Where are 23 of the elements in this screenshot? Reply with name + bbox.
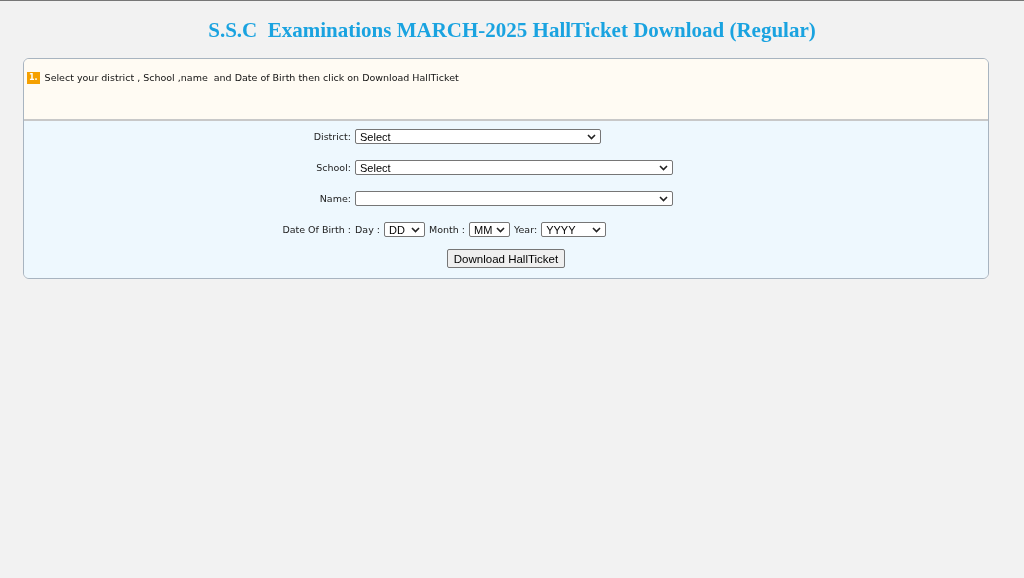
page-title: S.S.C Examinations MARCH-2025 HallTicket Download (Regular) bbox=[207, 18, 817, 42]
dropdown[interactable]: MM bbox=[469, 222, 510, 237]
dropdown[interactable]: Select bbox=[355, 129, 601, 144]
dropdown[interactable]: Select bbox=[355, 160, 673, 175]
field-label: Day : bbox=[355, 224, 380, 235]
field-label: School: bbox=[315, 162, 352, 173]
dropdown[interactable] bbox=[355, 191, 673, 206]
dropdown[interactable]: DD bbox=[384, 222, 425, 237]
dropdown[interactable]: YYYY bbox=[541, 222, 607, 237]
chevron-icon bbox=[592, 226, 602, 233]
step-number: 1. bbox=[27, 72, 40, 84]
download-button[interactable]: Download HallTicket bbox=[446, 249, 566, 268]
instruction-text: Select your district , School ,name and Date of Birth then click on Download HallTicket bbox=[44, 72, 459, 83]
field-label: Month : bbox=[429, 224, 465, 235]
chevron-icon bbox=[659, 195, 668, 202]
chevron-icon bbox=[659, 164, 668, 171]
field-label: Name: bbox=[318, 193, 352, 204]
field-label: District: bbox=[312, 131, 352, 142]
field-label: Year: bbox=[514, 224, 538, 235]
chevron-icon bbox=[587, 133, 596, 140]
chevron-icon bbox=[496, 226, 505, 233]
chevron-icon bbox=[411, 226, 420, 233]
field-label: Date Of Birth : bbox=[281, 224, 352, 235]
